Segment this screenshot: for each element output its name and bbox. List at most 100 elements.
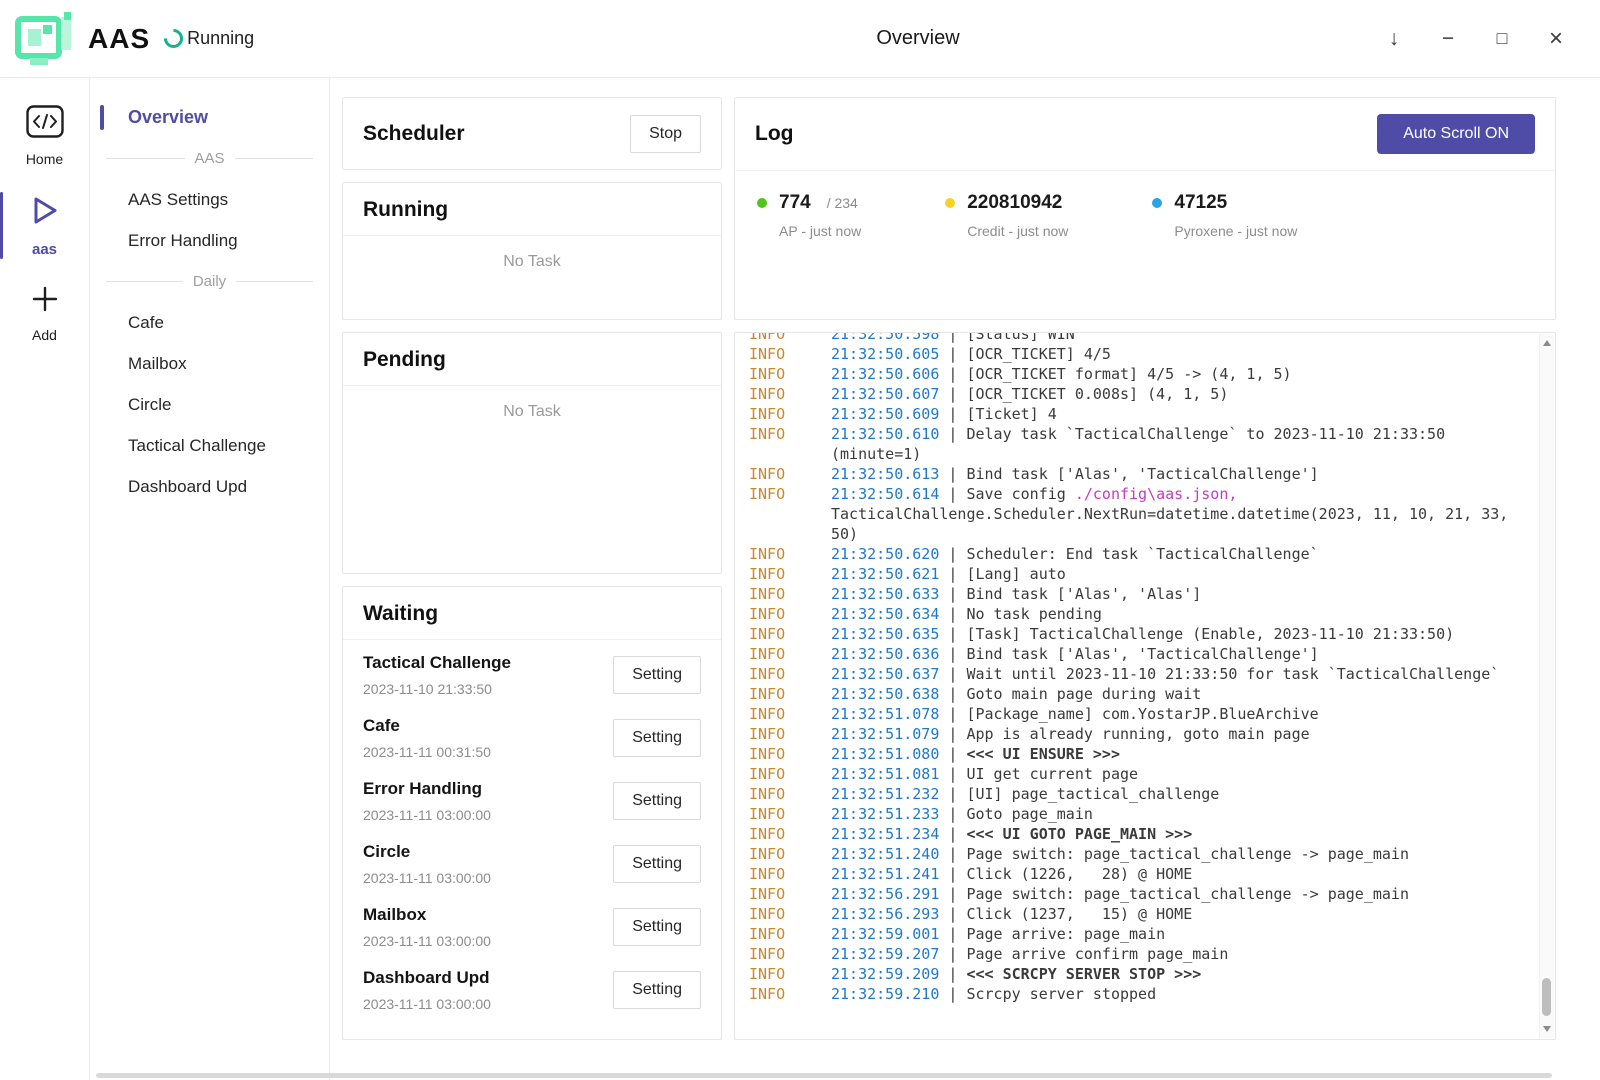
log-line: INFO21:32:50.633 | Bind task ['Alas', 'A…: [749, 584, 1535, 604]
stat-dot: [757, 198, 767, 208]
log-time: 21:32:59.209: [831, 965, 939, 983]
log-content: 21:32:59.001 | Page arrive: page_main: [831, 924, 1512, 944]
waiting-task-name: Cafe: [363, 716, 491, 736]
log-line: INFO21:32:50.636 | Bind task ['Alas', 'T…: [749, 644, 1535, 664]
log-time: 21:32:51.079: [831, 725, 939, 743]
log-level: INFO: [749, 664, 831, 684]
log-time: 21:32:56.293: [831, 905, 939, 923]
sidebar-item-tactical-challenge[interactable]: Tactical Challenge: [90, 425, 329, 466]
log-time: 21:32:51.234: [831, 825, 939, 843]
log-content: 21:32:50.638 | Goto main page during wai…: [831, 684, 1512, 704]
log-line: INFO21:32:50.638 | Goto main page during…: [749, 684, 1535, 704]
sidebar-item-overview[interactable]: Overview: [90, 97, 329, 138]
scroll-up-icon[interactable]: [1543, 340, 1551, 346]
task-setting-button[interactable]: Setting: [613, 971, 701, 1009]
waiting-task-time: 2023-11-11 03:00:00: [363, 933, 491, 949]
log-level: INFO: [749, 964, 831, 984]
log-time: 21:32:50.614: [831, 485, 939, 503]
update-arrow-icon[interactable]: ↓: [1374, 27, 1414, 51]
main-content: Scheduler Stop Running No Task Pending N…: [330, 78, 1600, 1080]
log-content: 21:32:50.613 | Bind task ['Alas', 'Tacti…: [831, 464, 1512, 484]
rail-item-home[interactable]: Home: [0, 98, 89, 174]
log-line: INFO21:32:51.232 | [UI] page_tactical_ch…: [749, 784, 1535, 804]
sidebar-item-label: AAS Settings: [128, 190, 228, 210]
log-line: INFO21:32:50.634 | No task pending: [749, 604, 1535, 624]
pending-title: Pending: [363, 348, 701, 372]
log-content: 21:32:51.078 | [Package_name] com.Yostar…: [831, 704, 1512, 724]
scrollbar-thumb[interactable]: [1542, 978, 1551, 1016]
log-content: 21:32:51.232 | [UI] page_tactical_challe…: [831, 784, 1512, 804]
log-time: 21:32:50.606: [831, 365, 939, 383]
minimize-icon[interactable]: −: [1428, 27, 1468, 51]
sidebar-item-label: Circle: [128, 395, 171, 415]
task-setting-button[interactable]: Setting: [613, 656, 701, 694]
log-level: INFO: [749, 604, 831, 624]
log-text: ./config\aas.json,: [1075, 485, 1238, 503]
stop-button[interactable]: Stop: [630, 115, 701, 153]
close-icon[interactable]: ×: [1536, 25, 1576, 53]
app-window: AAS Running Overview ↓ − □ × Home: [0, 0, 1600, 1080]
sidebar-item-cafe[interactable]: Cafe: [90, 302, 329, 343]
log-content: 21:32:51.233 | Goto page_main: [831, 804, 1512, 824]
divider-line: [106, 281, 183, 282]
log-time: 21:32:51.080: [831, 745, 939, 763]
log-content: 21:32:51.079 | App is already running, g…: [831, 724, 1512, 744]
log-content: 21:32:51.080 | <<< UI ENSURE >>>: [831, 744, 1512, 764]
log-line: INFO21:32:59.209 | <<< SCRCPY SERVER STO…: [749, 964, 1535, 984]
log-content: 21:32:56.291 | Page switch: page_tactica…: [831, 884, 1512, 904]
stat-label: Pyroxene - just now: [1174, 223, 1297, 239]
task-setting-button[interactable]: Setting: [613, 782, 701, 820]
sidebar-item-mailbox[interactable]: Mailbox: [90, 343, 329, 384]
log-level: INFO: [749, 564, 831, 584]
log-card: Log Auto Scroll ON 774/ 234AP - just now…: [734, 97, 1556, 320]
waiting-task-info: Tactical Challenge2023-11-10 21:33:50: [363, 653, 511, 697]
log-text: Page switch: page_tactical_challenge -> …: [966, 885, 1409, 903]
log-text: [OCR_TICKET 0.008s] (4, 1, 5): [966, 385, 1228, 403]
log-text: <<< UI GOTO PAGE_MAIN >>>: [966, 825, 1192, 843]
sidebar-item-dashboard-upd[interactable]: Dashboard Upd: [90, 466, 329, 507]
maximize-icon[interactable]: □: [1482, 28, 1522, 49]
log-text: [Lang] auto: [966, 565, 1065, 583]
task-setting-button[interactable]: Setting: [613, 719, 701, 757]
log-content: 21:32:51.234 | <<< UI GOTO PAGE_MAIN >>>: [831, 824, 1512, 844]
scroll-down-icon[interactable]: [1543, 1026, 1551, 1032]
log-time: 21:32:56.291: [831, 885, 939, 903]
log-time: 21:32:50.638: [831, 685, 939, 703]
log-level: INFO: [749, 924, 831, 944]
waiting-task-time: 2023-11-11 03:00:00: [363, 870, 491, 886]
rail-item-add[interactable]: Add: [0, 277, 89, 350]
log-content: 21:32:50.609 | [Ticket] 4: [831, 404, 1512, 424]
rail-item-label: Home: [26, 151, 63, 167]
sidebar-item-aas-settings[interactable]: AAS Settings: [90, 179, 329, 220]
log-line: INFO21:32:50.610 | Delay task `TacticalC…: [749, 424, 1535, 464]
rail-item-aas[interactable]: aas: [0, 186, 89, 265]
task-setting-button[interactable]: Setting: [613, 845, 701, 883]
sidebar-item-circle[interactable]: Circle: [90, 384, 329, 425]
plus-icon: [30, 284, 60, 319]
waiting-task-name: Dashboard Upd: [363, 968, 491, 988]
log-line: INFO21:32:51.234 | <<< UI GOTO PAGE_MAIN…: [749, 824, 1535, 844]
log-level: INFO: [749, 864, 831, 884]
log-content: 21:32:50.634 | No task pending: [831, 604, 1512, 624]
sidebar-section-label: Daily: [193, 273, 226, 290]
log-line: INFO21:32:51.233 | Goto page_main: [749, 804, 1535, 824]
log-line: INFO21:32:50.620 | Scheduler: End task `…: [749, 544, 1535, 564]
hscrollbar-thumb[interactable]: [96, 1073, 1552, 1078]
log-text: <<< UI ENSURE >>>: [966, 745, 1120, 763]
log-level: INFO: [749, 544, 831, 564]
log-content: 21:32:50.614 | Save config ./config\aas.…: [831, 484, 1512, 544]
log-time: 21:32:50.636: [831, 645, 939, 663]
sidebar-item-error-handling[interactable]: Error Handling: [90, 220, 329, 261]
log-line: INFO21:32:51.081 | UI get current page: [749, 764, 1535, 784]
log-line: INFO21:32:50.613 | Bind task ['Alas', 'T…: [749, 464, 1535, 484]
log-level: INFO: [749, 484, 831, 544]
log-content: 21:32:51.081 | UI get current page: [831, 764, 1512, 784]
log-level: INFO: [749, 384, 831, 404]
pending-card: Pending No Task: [342, 332, 722, 574]
task-setting-button[interactable]: Setting: [613, 908, 701, 946]
code-window-icon: [26, 105, 64, 143]
log-content: 21:32:59.210 | Scrcpy server stopped: [831, 984, 1512, 1004]
auto-scroll-button[interactable]: Auto Scroll ON: [1377, 114, 1535, 154]
log-scrollbar[interactable]: [1539, 334, 1554, 1038]
horizontal-scrollbar[interactable]: [90, 1071, 1600, 1080]
